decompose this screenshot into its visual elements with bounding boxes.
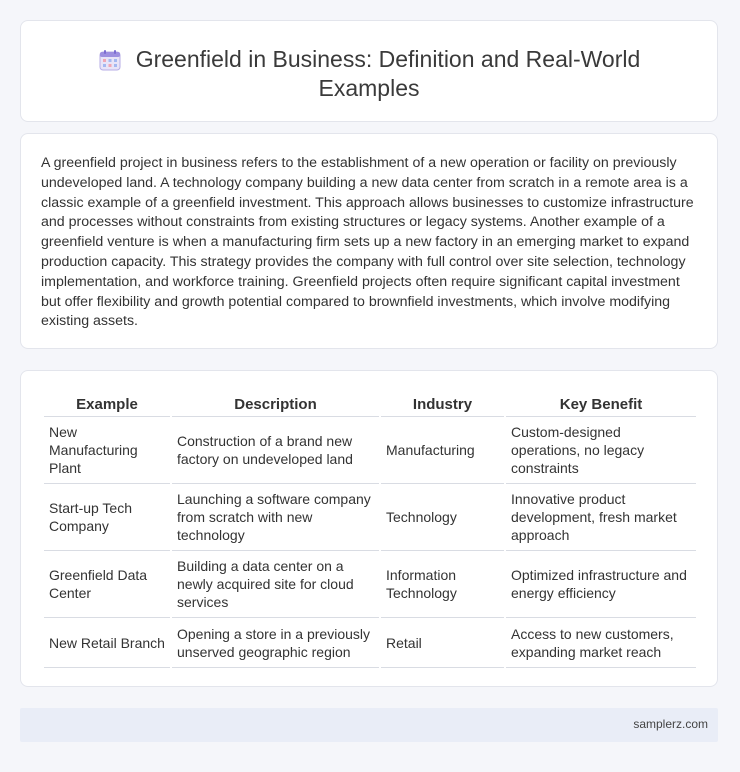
cell-description: Building a data center on a newly acquir… [172, 551, 379, 618]
intro-paragraph: A greenfield project in business refers … [41, 155, 694, 330]
footer-bar: samplerz.com [20, 708, 718, 742]
cell-key-benefit: Access to new customers, expanding marke… [506, 618, 696, 668]
table-row: New Manufacturing Plant Construction of … [44, 417, 696, 484]
examples-table: Example Description Industry Key Benefit… [42, 393, 698, 668]
header-description: Description [172, 393, 379, 417]
title-card: Greenfield in Business: Definition and R… [20, 20, 718, 122]
cell-industry: Information Technology [381, 551, 504, 618]
cell-key-benefit: Optimized infrastructure and energy effi… [506, 551, 696, 618]
calendar-icon [98, 49, 122, 71]
page-title: Greenfield in Business: Definition and R… [21, 45, 717, 103]
cell-description: Opening a store in a previously unserved… [172, 618, 379, 668]
table-header-row: Example Description Industry Key Benefit [44, 393, 696, 417]
header-example: Example [44, 393, 170, 417]
header-industry: Industry [381, 393, 504, 417]
cell-key-benefit: Custom-designed operations, no legacy co… [506, 417, 696, 484]
header-key-benefit: Key Benefit [506, 393, 696, 417]
cell-example: New Manufacturing Plant [44, 417, 170, 484]
cell-industry: Retail [381, 618, 504, 668]
cell-industry: Technology [381, 484, 504, 551]
table-row: Start-up Tech Company Launching a softwa… [44, 484, 696, 551]
cell-example: Greenfield Data Center [44, 551, 170, 618]
examples-table-card: Example Description Industry Key Benefit… [20, 370, 718, 687]
footer-site-link[interactable]: samplerz.com [633, 717, 708, 731]
cell-description: Launching a software company from scratc… [172, 484, 379, 551]
cell-key-benefit: Innovative product development, fresh ma… [506, 484, 696, 551]
intro-card: A greenfield project in business refers … [20, 133, 718, 349]
table-row: Greenfield Data Center Building a data c… [44, 551, 696, 618]
title-line-2: Examples [318, 75, 420, 101]
title-line-1: Greenfield in Business: Definition and R… [135, 46, 641, 72]
cell-description: Construction of a brand new factory on u… [172, 417, 379, 484]
cell-example: New Retail Branch [44, 618, 170, 668]
table-row: New Retail Branch Opening a store in a p… [44, 618, 696, 668]
cell-example: Start-up Tech Company [44, 484, 170, 551]
cell-industry: Manufacturing [381, 417, 504, 484]
